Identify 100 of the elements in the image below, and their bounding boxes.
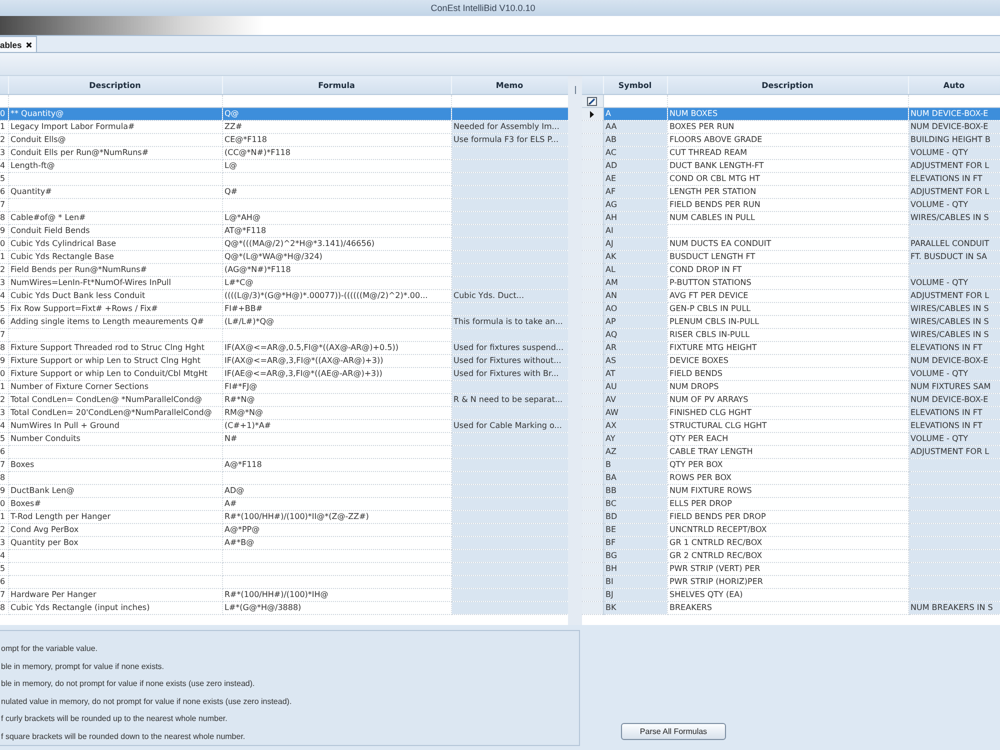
- row-number: 7: [0, 588, 8, 602]
- table-row[interactable]: BA ROWS PER BOX: [582, 472, 1000, 484]
- table-row[interactable]: 2 Cond Avg PerBox A@*PP@: [0, 524, 568, 536]
- column-header[interactable]: Memo: [451, 76, 568, 94]
- new-row-field[interactable]: [908, 94, 1000, 108]
- table-cell: NUM DEVICE-BOX-E: [908, 120, 1000, 134]
- column-header[interactable]: Symbol: [603, 76, 667, 94]
- table-row[interactable]: 5 Number Conduits N#: [0, 432, 568, 446]
- table-row[interactable]: AS DEVICE BOXES NUM DEVICE-BOX-E: [582, 354, 1000, 368]
- column-header[interactable]: Formula: [222, 76, 451, 94]
- column-header[interactable]: Description: [667, 76, 908, 94]
- table-row[interactable]: 9 Fixture Support or whip Len to Struct Clng Hght IF(AX@<=AR@,3,FI@*((AX@-AR@)+3)) Used for Fixtures without...: [0, 354, 568, 368]
- table-row[interactable]: 3 Total CondLen= 20'CondLen@*NumParallelCond@ RM@*N@: [0, 406, 568, 420]
- table-row[interactable]: 4 Cubic Yds Duct Bank less Conduit ((((L@/3)*(G@*H@)*.00077))-((((((M@/2)^2)*.00... Cubic Yds. Duct...: [0, 290, 568, 302]
- table-cell: FIELD BENDS PER RUN: [667, 198, 908, 212]
- table-row[interactable]: BD FIELD BENDS PER DROP: [582, 510, 1000, 524]
- table-row[interactable]: AJ NUM DUCTS EA CONDUIT PARALLEL CONDUIT: [582, 238, 1000, 250]
- table-row[interactable]: 8 Fixture Support Threaded rod to Struc Clng Hght IF(AX@<=AR@,0.5,FI@*((AX@-AR@)+0.5)) Used for fixtures suspend...: [0, 342, 568, 354]
- table-row[interactable]: AK BUSDUCT LENGTH FT FT. BUSDUCT IN SA: [582, 250, 1000, 264]
- table-row[interactable]: 4 Length-ft@ L@: [0, 160, 568, 172]
- table-row[interactable]: BK BREAKERS NUM BREAKERS IN S: [582, 602, 1000, 614]
- table-cell: (AG@*N#)*F118: [222, 264, 451, 276]
- table-row[interactable]: AV NUM OF PV ARRAYS NUM DEVICE-BOX-E: [582, 394, 1000, 406]
- table-cell: BJ: [603, 588, 667, 602]
- table-row[interactable]: 1 Cubic Yds Rectangle Base Q@*(L@*WA@*H@/324): [0, 250, 568, 264]
- new-row-field[interactable]: [8, 94, 222, 108]
- table-row[interactable]: 3 Conduit Ells per Run@*NumRuns# (CC@*N#)*F118: [0, 146, 568, 160]
- table-row[interactable]: BI PWR STRIP (HORIZ)PER: [582, 576, 1000, 588]
- table-row[interactable]: 8: [0, 472, 568, 484]
- table-row[interactable]: 1 Number of Fixture Corner Sections FI#*FJ@: [0, 380, 568, 394]
- table-row[interactable]: 3 NumWires=LenIn-Ft*NumOf-Wires InPull L#*C@: [0, 276, 568, 290]
- table-row[interactable]: 4: [0, 550, 568, 562]
- row-number: 4: [0, 420, 8, 432]
- table-row[interactable]: AB FLOORS ABOVE GRADE BUILDING HEIGHT B: [582, 134, 1000, 146]
- table-row[interactable]: 9 DuctBank Len@ AD@: [0, 484, 568, 498]
- tab[interactable]: ables: [0, 36, 37, 52]
- table-row[interactable]: AN AVG FT PER DEVICE ADJUSTMENT FOR L: [582, 290, 1000, 302]
- table-row[interactable]: AZ CABLE TRAY LENGTH ADJUSTMENT FOR L: [582, 446, 1000, 458]
- table-row[interactable]: 4 NumWires In Pull + Ground (C#+1)*A# Used for Cable Marking o...: [0, 420, 568, 432]
- table-cell: IF(AX@<=AR@,3,FI@*((AX@-AR@)+3)): [222, 354, 451, 368]
- table-row[interactable]: 8 Cubic Yds Rectangle (input inches) L#*(G@*H@/3888): [0, 602, 568, 614]
- new-row-field[interactable]: [222, 94, 451, 108]
- table-row[interactable]: AI: [582, 224, 1000, 238]
- table-row[interactable]: BE UNCNTRLD RECEPT/BOX: [582, 524, 1000, 536]
- table-row[interactable]: 5 Fix Row Support=Fixt# +Rows / Fix# FI#+BB#: [0, 302, 568, 316]
- table-row[interactable]: BB NUM FIXTURE ROWS: [582, 484, 1000, 498]
- close-icon[interactable]: [26, 42, 32, 48]
- table-row[interactable]: AH NUM CABLES IN PULL WIRES/CABLES IN S: [582, 212, 1000, 224]
- table-row[interactable]: 7 Boxes A@*F118: [0, 458, 568, 472]
- table-row[interactable]: 6 Quantity# Q#: [0, 186, 568, 198]
- table-row[interactable]: 1 T-Rod Length per Hanger R#*(100/HH#)/(100)*II@*(Z@-ZZ#): [0, 510, 568, 524]
- table-row[interactable]: 5: [0, 172, 568, 186]
- column-header[interactable]: Auto: [908, 76, 1000, 94]
- table-row[interactable]: 8 Cable#of@ * Len# L@*AH@: [0, 212, 568, 224]
- table-row[interactable]: AR FIXTURE MTG HEIGHT ELEVATIONS IN FT: [582, 342, 1000, 354]
- table-row[interactable]: AO GEN-P CBLS IN PULL WIRES/CABLES IN S: [582, 302, 1000, 316]
- table-row[interactable]: 9 Conduit Field Bends AT@*F118: [0, 224, 568, 238]
- new-row-field[interactable]: [451, 94, 568, 108]
- new-row-field[interactable]: [667, 94, 908, 108]
- table-row[interactable]: AL COND DROP IN FT: [582, 264, 1000, 276]
- table-row[interactable]: 6 Adding single items to Length meaurements Q# (L#/L#)*Q@ This formula is to take an...: [0, 316, 568, 328]
- table-row[interactable]: BH PWR STRIP (VERT) PER: [582, 562, 1000, 576]
- parse-button[interactable]: Parse All Formulas: [621, 723, 726, 740]
- table-row[interactable]: BF GR 1 CNTRLD REC/BOX: [582, 536, 1000, 550]
- table-row[interactable]: 2 Total CondLen= CondLen@ *NumParallelCond@ R#*N@ R & N need to be separat...: [0, 394, 568, 406]
- table-row[interactable]: AC CUT THREAD REAM VOLUME - QTY: [582, 146, 1000, 160]
- table-row[interactable]: 0 Fixture Support or whip Len to Conduit/Cbl MtgHt IF(AE@<=AR@,3,FI@*((AE@-AR@)+3)) Used for Fixtures with Br...: [0, 368, 568, 380]
- table-row[interactable]: 1 Legacy Import Labor Formula# ZZ# Needed for Assembly Im...: [0, 120, 568, 134]
- table-row[interactable]: AU NUM DROPS NUM FIXTURES SAM: [582, 380, 1000, 394]
- table-row[interactable]: 6: [0, 446, 568, 458]
- table-row[interactable]: AG FIELD BENDS PER RUN VOLUME - QTY: [582, 198, 1000, 212]
- table-row[interactable]: AP PLENUM CBLS IN-PULL WIRES/CABLES IN S: [582, 316, 1000, 328]
- table-row[interactable]: AQ RISER CBLS IN-PULL WIRES/CABLES IN S: [582, 328, 1000, 342]
- table-row[interactable]: 6: [0, 576, 568, 588]
- table-row[interactable]: 2 Field Bends per Run@*NumRuns# (AG@*N#)*F118: [0, 264, 568, 276]
- table-row[interactable]: AD DUCT BANK LENGTH-FT ADJUSTMENT FOR L: [582, 160, 1000, 172]
- table-row[interactable]: AM P-BUTTON STATIONS VOLUME - QTY: [582, 276, 1000, 290]
- table-row[interactable]: 0 Cubic Yds Cylindrical Base Q@*(((MA@/2)^2*H@*3.141)/46656): [0, 238, 568, 250]
- table-row[interactable]: 2 Conduit Ells@ CE@*F118 Use formula F3 for ELS P...: [0, 134, 568, 146]
- table-row[interactable]: AE COND OR CBL MTG HT ELEVATIONS IN FT: [582, 172, 1000, 186]
- table-row[interactable]: AT FIELD BENDS VOLUME - QTY: [582, 368, 1000, 380]
- column-header[interactable]: Description: [8, 76, 222, 94]
- table-row[interactable]: BJ SHELVES QTY (EA): [582, 588, 1000, 602]
- table-row[interactable]: AF LENGTH PER STATION ADJUSTMENT FOR L: [582, 186, 1000, 198]
- table-row[interactable]: 7 Hardware Per Hanger R#*(100/HH#)/(100)*IH@: [0, 588, 568, 602]
- table-row[interactable]: 3 Quantity per Box A#*B@: [0, 536, 568, 550]
- pencil-icon[interactable]: [587, 96, 598, 106]
- table-row[interactable]: BG GR 2 CNTRLD REC/BOX: [582, 550, 1000, 562]
- splitter-bar[interactable]: [568, 76, 582, 625]
- table-row[interactable]: AY QTY PER EACH VOLUME - QTY: [582, 432, 1000, 446]
- table-row[interactable]: AW FINISHED CLG HGHT ELEVATIONS IN FT: [582, 406, 1000, 420]
- table-row[interactable]: 7: [0, 198, 568, 212]
- table-row[interactable]: 0 Boxes# A#: [0, 498, 568, 510]
- table-row[interactable]: BC ELLS PER DROP: [582, 498, 1000, 510]
- table-row[interactable]: 7: [0, 328, 568, 342]
- table-row[interactable]: 5: [0, 562, 568, 576]
- table-row[interactable]: B QTY PER BOX: [582, 458, 1000, 472]
- table-row[interactable]: AA BOXES PER RUN NUM DEVICE-BOX-E: [582, 120, 1000, 134]
- new-row-field[interactable]: [603, 94, 667, 108]
- table-row[interactable]: AX STRUCTURAL CLG HGHT ELEVATIONS IN FT: [582, 420, 1000, 432]
